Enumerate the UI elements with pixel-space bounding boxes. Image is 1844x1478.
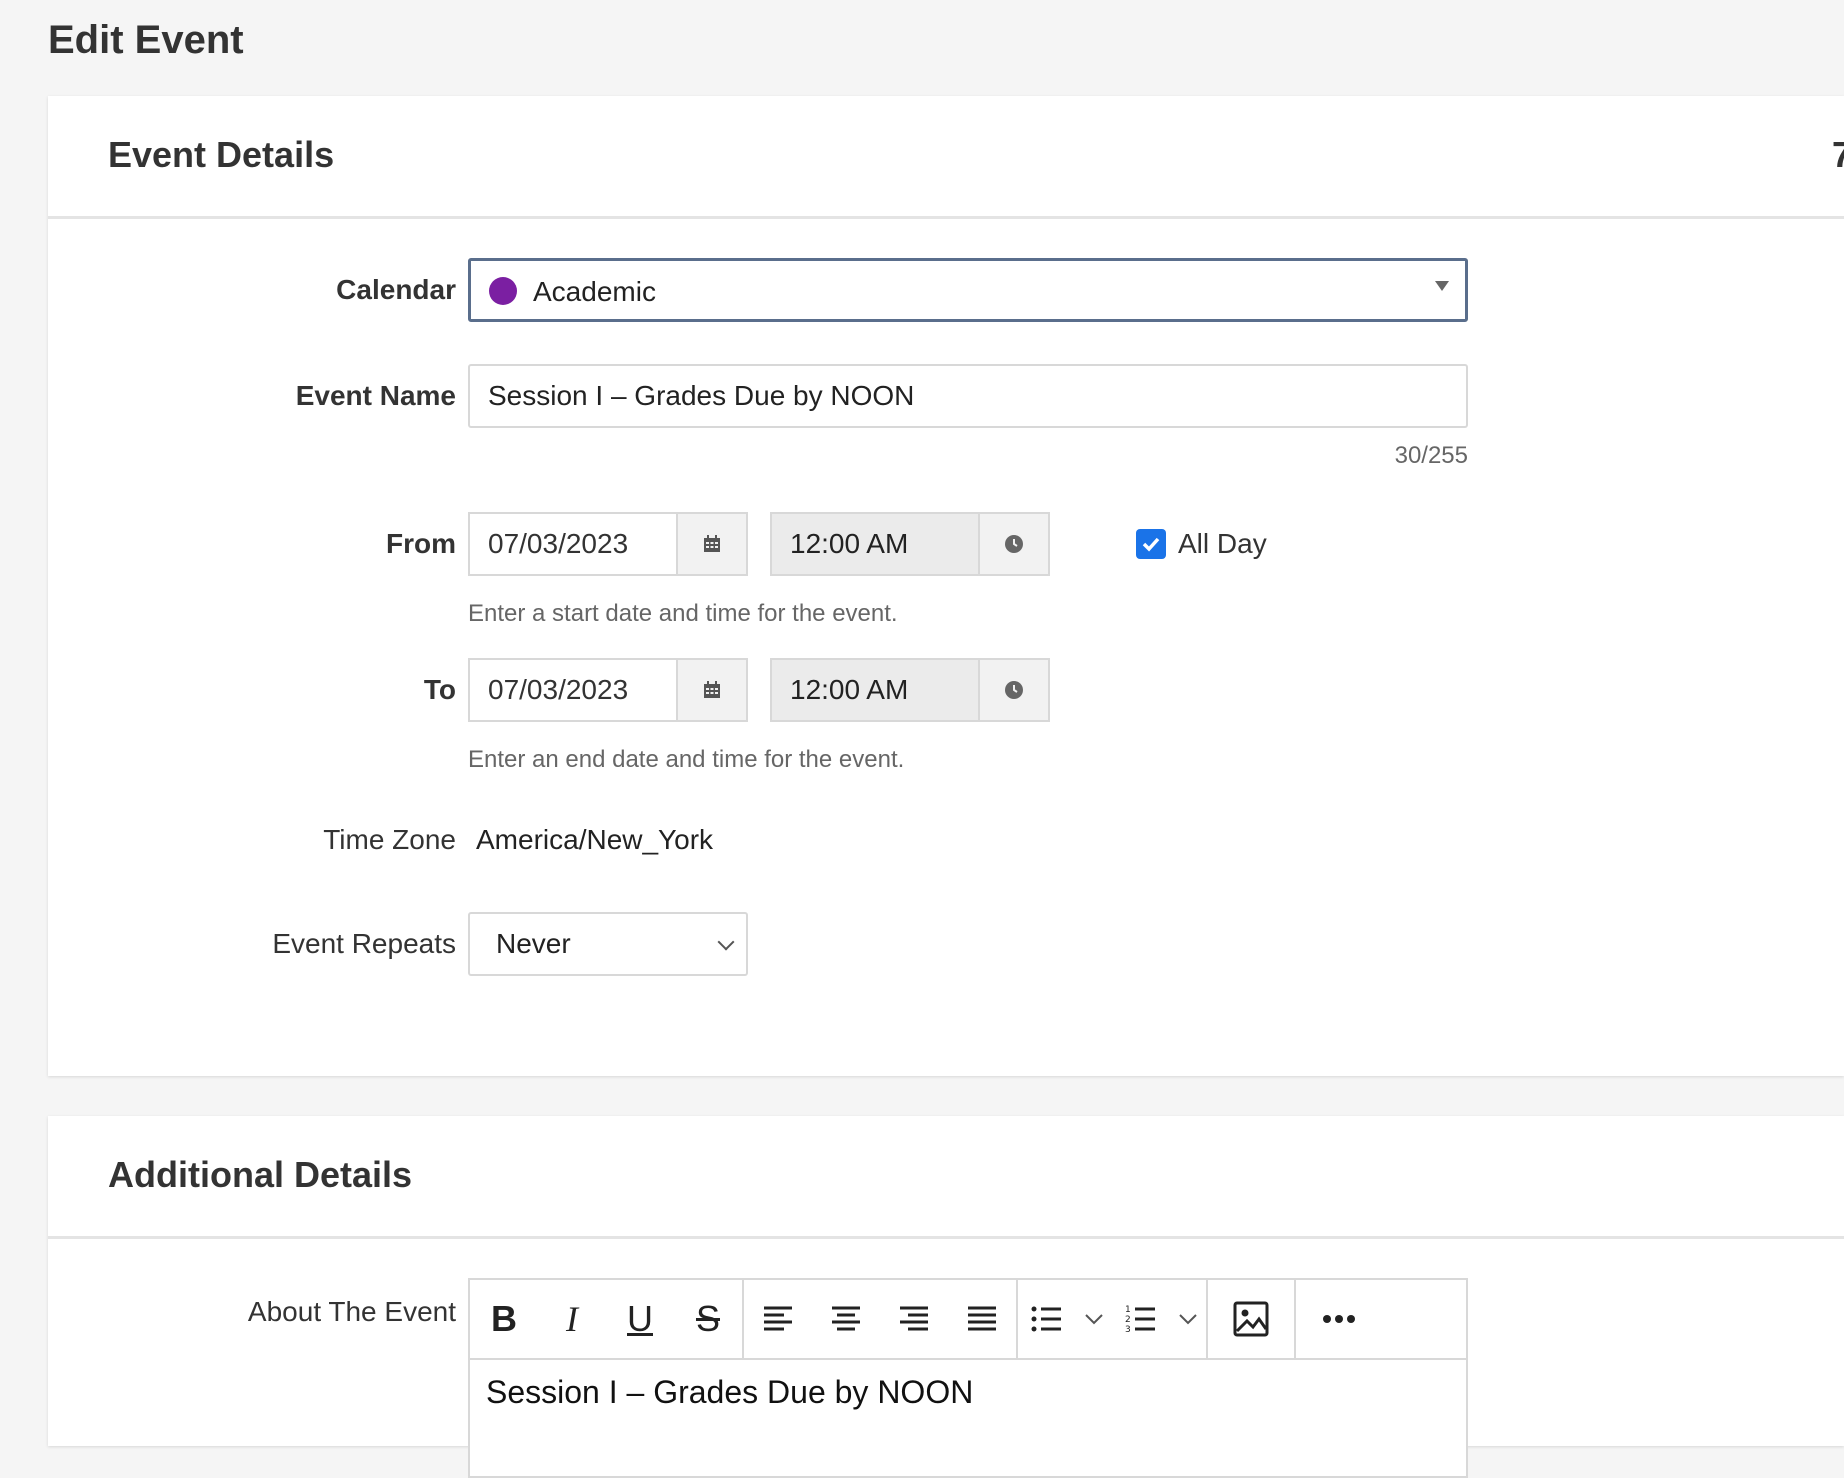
clock-icon xyxy=(1005,681,1023,699)
italic-icon[interactable]: I xyxy=(538,1280,606,1358)
additional-details-title: Additional Details xyxy=(108,1154,413,1195)
event-name-input[interactable]: Session I – Grades Due by NOON xyxy=(468,364,1468,428)
svg-text:2: 2 xyxy=(1125,1315,1131,1325)
event-name-counter: 30/255 xyxy=(1394,442,1468,469)
from-datetime-group: 07/03/2023 12:00 AM xyxy=(468,512,1050,576)
about-event-label: About The Event xyxy=(247,1296,456,1327)
more-group xyxy=(1296,1280,1382,1358)
list-group: 123 xyxy=(1018,1280,1208,1358)
event-details-header: Event Details 7 xyxy=(48,96,1844,219)
more-icon[interactable] xyxy=(1296,1280,1382,1358)
chevron-down-icon xyxy=(717,933,735,951)
underline-icon[interactable]: U xyxy=(606,1280,674,1358)
format-group: B I U S xyxy=(470,1280,744,1358)
to-label: To xyxy=(423,674,456,705)
all-day-label: All Day xyxy=(1178,528,1267,559)
from-calendar-button[interactable] xyxy=(676,512,748,576)
event-details-title: Event Details xyxy=(108,134,335,175)
align-left-icon[interactable] xyxy=(744,1280,812,1358)
chevron-down-icon[interactable] xyxy=(1076,1280,1112,1358)
event-repeats-label: Event Repeats xyxy=(272,928,456,959)
image-icon[interactable] xyxy=(1208,1280,1294,1358)
align-group xyxy=(744,1280,1018,1358)
bold-icon[interactable]: B xyxy=(470,1280,538,1358)
to-calendar-button[interactable] xyxy=(676,658,748,722)
event-details-extra: 7 xyxy=(1831,134,1844,175)
calendar-icon xyxy=(704,681,720,698)
numbered-list-icon[interactable]: 123 xyxy=(1112,1280,1170,1358)
page-title: Edit Event xyxy=(48,18,244,62)
time-zone-value: America/New_York xyxy=(476,824,714,855)
to-help-text: Enter an end date and time for the event… xyxy=(468,746,905,773)
event-name-label: Event Name xyxy=(295,380,456,411)
calendar-value: Academic xyxy=(533,276,656,307)
editor-toolbar: B I U S 1 2 3 xyxy=(470,1280,1466,1360)
calendar-color-dot xyxy=(489,277,517,305)
align-center-icon[interactable] xyxy=(812,1280,880,1358)
time-zone-label: Time Zone xyxy=(323,824,456,855)
from-clock-button[interactable] xyxy=(978,512,1050,576)
strikethrough-icon[interactable]: S xyxy=(674,1280,742,1358)
chevron-down-icon[interactable] xyxy=(1170,1280,1206,1358)
about-event-editor: B I U S 1 2 3 Session I – Grades Due by … xyxy=(468,1278,1468,1478)
to-time-input[interactable]: 12:00 AM xyxy=(770,658,978,722)
to-date-input[interactable]: 07/03/2023 xyxy=(468,658,676,722)
calendar-icon xyxy=(704,535,720,552)
additional-details-panel: Additional Details About The Event B I U… xyxy=(48,1116,1844,1478)
bullet-list-icon[interactable] xyxy=(1018,1280,1076,1358)
from-time-input[interactable]: 12:00 AM xyxy=(770,512,978,576)
svg-text:1: 1 xyxy=(1125,1305,1131,1315)
align-justify-icon[interactable] xyxy=(948,1280,1016,1358)
event-repeats-value: Never xyxy=(496,928,571,959)
from-help-text: Enter a start date and time for the even… xyxy=(468,600,898,627)
event-repeats-select[interactable]: Never xyxy=(468,912,748,976)
svg-text:3: 3 xyxy=(1125,1325,1131,1334)
from-date-input[interactable]: 07/03/2023 xyxy=(468,512,676,576)
to-datetime-group: 07/03/2023 12:00 AM xyxy=(468,658,1050,722)
calendar-select[interactable]: Academic xyxy=(468,258,1468,322)
all-day-checkbox[interactable]: All Day xyxy=(1136,528,1267,560)
to-clock-button[interactable] xyxy=(978,658,1050,722)
align-right-icon[interactable] xyxy=(880,1280,948,1358)
checkbox-checked-icon xyxy=(1136,529,1166,559)
event-details-panel: Event Details 7 Calendar Academic Event … xyxy=(48,96,1844,1076)
insert-group xyxy=(1208,1280,1296,1358)
from-label: From xyxy=(386,528,456,559)
additional-details-header: Additional Details xyxy=(48,1116,1844,1239)
calendar-label: Calendar xyxy=(336,274,456,305)
about-event-content[interactable]: Session I – Grades Due by NOON xyxy=(470,1360,1466,1425)
clock-icon xyxy=(1005,535,1023,553)
caret-down-icon xyxy=(1435,281,1449,291)
